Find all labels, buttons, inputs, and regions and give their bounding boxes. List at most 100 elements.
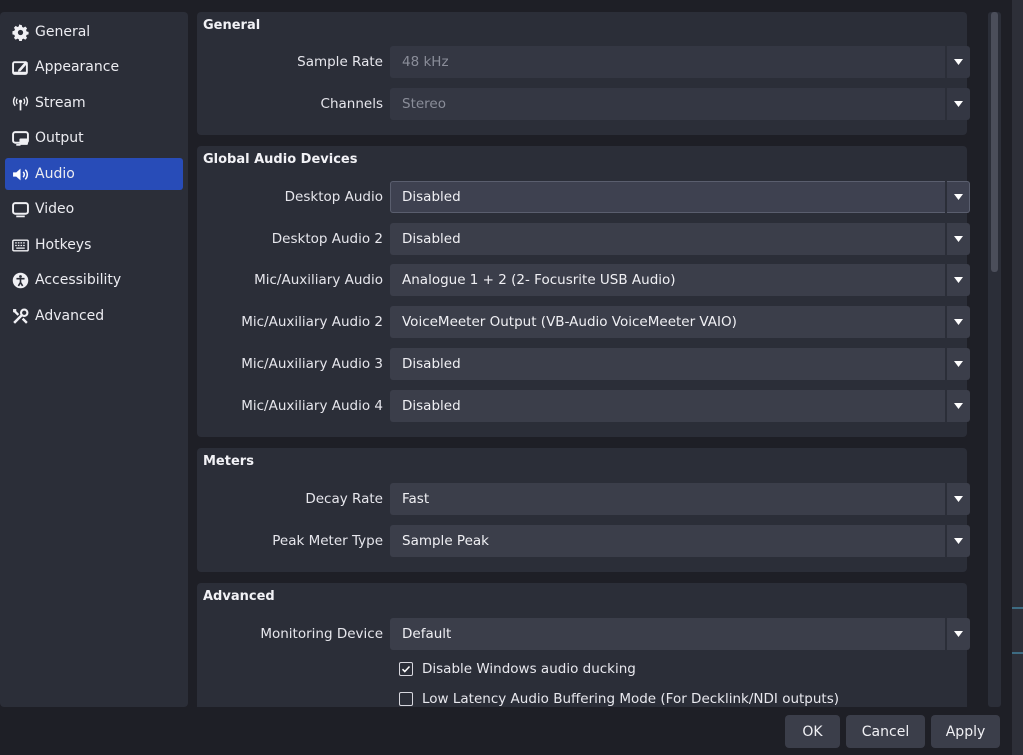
- sidebar-item-advanced[interactable]: Advanced: [5, 300, 183, 332]
- mic-audio-4-row: Mic/Auxiliary Audio 4 Disabled: [197, 390, 970, 422]
- sidebar-item-stream[interactable]: Stream: [5, 87, 183, 119]
- mic-audio-4-value: Disabled: [402, 398, 461, 414]
- sidebar-item-output[interactable]: Output: [5, 122, 183, 154]
- ducking-checkbox-label: Disable Windows audio ducking: [422, 661, 636, 677]
- desktop-audio-2-row: Desktop Audio 2 Disabled: [197, 223, 970, 255]
- cancel-button[interactable]: Cancel: [846, 715, 925, 748]
- chevron-down-icon: [945, 223, 970, 255]
- ducking-checkbox-row[interactable]: Disable Windows audio ducking: [399, 659, 636, 679]
- chevron-down-icon: [945, 88, 970, 120]
- decay-rate-row: Decay Rate Fast: [197, 483, 970, 515]
- keyboard-icon: [12, 237, 29, 254]
- group-title-meters: Meters: [203, 454, 254, 469]
- mic-audio-3-value: Disabled: [402, 356, 461, 372]
- peak-meter-value: Sample Peak: [402, 533, 489, 549]
- scrollbar-thumb[interactable]: [991, 12, 998, 272]
- channels-label: Channels: [320, 96, 383, 112]
- sidebar-item-label: Hotkeys: [35, 237, 92, 253]
- sample-rate-row: Sample Rate 48 kHz: [197, 46, 970, 78]
- chevron-down-icon: [945, 348, 970, 380]
- peak-meter-row: Peak Meter Type Sample Peak: [197, 525, 970, 557]
- gear-icon: [12, 23, 29, 41]
- sample-rate-select[interactable]: 48 kHz: [390, 46, 970, 78]
- chevron-down-icon: [945, 46, 970, 78]
- apply-button[interactable]: Apply: [931, 715, 1000, 748]
- sample-rate-value: 48 kHz: [402, 54, 449, 70]
- meters-group: Meters Decay Rate Fast Peak Meter Type S…: [197, 448, 970, 572]
- peak-meter-label: Peak Meter Type: [272, 533, 383, 549]
- desktop-audio-select[interactable]: Disabled: [390, 181, 970, 213]
- channels-row: Channels Stereo: [197, 88, 970, 120]
- channels-select[interactable]: Stereo: [390, 88, 970, 120]
- mic-audio-3-select[interactable]: Disabled: [390, 348, 970, 380]
- mic-audio-2-value: VoiceMeeter Output (VB-Audio VoiceMeeter…: [402, 314, 737, 330]
- low-latency-checkbox-row[interactable]: Low Latency Audio Buffering Mode (For De…: [399, 689, 839, 707]
- sidebar-item-label: Accessibility: [35, 272, 122, 288]
- decay-rate-select[interactable]: Fast: [390, 483, 970, 515]
- group-title-advanced: Advanced: [203, 589, 275, 604]
- sidebar-item-general[interactable]: General: [5, 16, 183, 48]
- chevron-down-icon: [945, 181, 970, 213]
- sidebar-item-label: Output: [35, 130, 84, 146]
- tools-icon: [12, 308, 29, 325]
- monitor-icon: [12, 201, 29, 218]
- decay-rate-label: Decay Rate: [305, 491, 383, 507]
- appearance-icon: [12, 59, 29, 76]
- sidebar-item-appearance[interactable]: Appearance: [5, 51, 183, 83]
- sidebar-item-label: Video: [35, 201, 75, 217]
- sidebar-item-label: Advanced: [35, 308, 105, 324]
- channels-value: Stereo: [402, 96, 446, 112]
- speaker-icon: [12, 166, 29, 183]
- monitoring-device-select[interactable]: Default: [390, 618, 970, 650]
- settings-sidebar: General Appearance Stream Output Audio V…: [0, 12, 188, 707]
- monitoring-device-label: Monitoring Device: [260, 626, 383, 642]
- desktop-audio-2-value: Disabled: [402, 231, 461, 247]
- desktop-audio-2-label: Desktop Audio 2: [271, 231, 383, 247]
- background-window-edge: [1012, 0, 1023, 755]
- mic-audio-4-select[interactable]: Disabled: [390, 390, 970, 422]
- group-title-devices: Global Audio Devices: [203, 152, 358, 167]
- sample-rate-label: Sample Rate: [297, 54, 383, 70]
- background-window-divider: [1012, 607, 1023, 609]
- sidebar-item-hotkeys[interactable]: Hotkeys: [5, 229, 183, 261]
- mic-audio-4-label: Mic/Auxiliary Audio 4: [241, 398, 383, 414]
- advanced-group: Advanced Monitoring Device Default Disab…: [197, 583, 970, 707]
- desktop-audio-row: Desktop Audio Disabled: [197, 181, 970, 213]
- desktop-audio-2-select[interactable]: Disabled: [390, 223, 970, 255]
- ok-button[interactable]: OK: [785, 715, 840, 748]
- output-icon: [12, 130, 29, 147]
- desktop-audio-label: Desktop Audio: [284, 189, 383, 205]
- accessibility-icon: [12, 272, 29, 289]
- sidebar-item-label: General: [35, 24, 91, 40]
- chevron-down-icon: [945, 483, 970, 515]
- chevron-down-icon: [945, 306, 970, 338]
- monitoring-device-row: Monitoring Device Default: [197, 618, 970, 650]
- settings-content: General Sample Rate 48 kHz Channels Ster…: [188, 0, 988, 707]
- general-group: General Sample Rate 48 kHz Channels Ster…: [197, 12, 970, 135]
- sidebar-item-video[interactable]: Video: [5, 193, 183, 225]
- peak-meter-select[interactable]: Sample Peak: [390, 525, 970, 557]
- mic-audio-2-label: Mic/Auxiliary Audio 2: [241, 314, 383, 330]
- mic-audio-3-label: Mic/Auxiliary Audio 3: [241, 356, 383, 372]
- decay-rate-value: Fast: [402, 491, 430, 507]
- mic-audio-3-row: Mic/Auxiliary Audio 3 Disabled: [197, 348, 970, 380]
- global-audio-devices-group: Global Audio Devices Desktop Audio Disab…: [197, 146, 970, 437]
- chevron-down-icon: [945, 264, 970, 296]
- sidebar-item-label: Audio: [35, 166, 75, 182]
- desktop-audio-value: Disabled: [402, 189, 461, 205]
- mic-audio-value: Analogue 1 + 2 (2- Focusrite USB Audio): [402, 272, 676, 288]
- sidebar-item-label: Stream: [35, 95, 86, 111]
- chevron-down-icon: [945, 525, 970, 557]
- low-latency-checkbox[interactable]: [399, 692, 413, 706]
- sidebar-item-label: Appearance: [35, 59, 120, 75]
- sidebar-item-audio[interactable]: Audio: [5, 158, 183, 190]
- mic-audio-select[interactable]: Analogue 1 + 2 (2- Focusrite USB Audio): [390, 264, 970, 296]
- vertical-scrollbar[interactable]: [988, 12, 1001, 707]
- group-title-general: General: [203, 18, 261, 33]
- monitoring-device-value: Default: [402, 626, 452, 642]
- mic-audio-2-select[interactable]: VoiceMeeter Output (VB-Audio VoiceMeeter…: [390, 306, 970, 338]
- mic-audio-row: Mic/Auxiliary Audio Analogue 1 + 2 (2- F…: [197, 264, 970, 296]
- chevron-down-icon: [945, 390, 970, 422]
- ducking-checkbox[interactable]: [399, 662, 413, 676]
- sidebar-item-accessibility[interactable]: Accessibility: [5, 264, 183, 296]
